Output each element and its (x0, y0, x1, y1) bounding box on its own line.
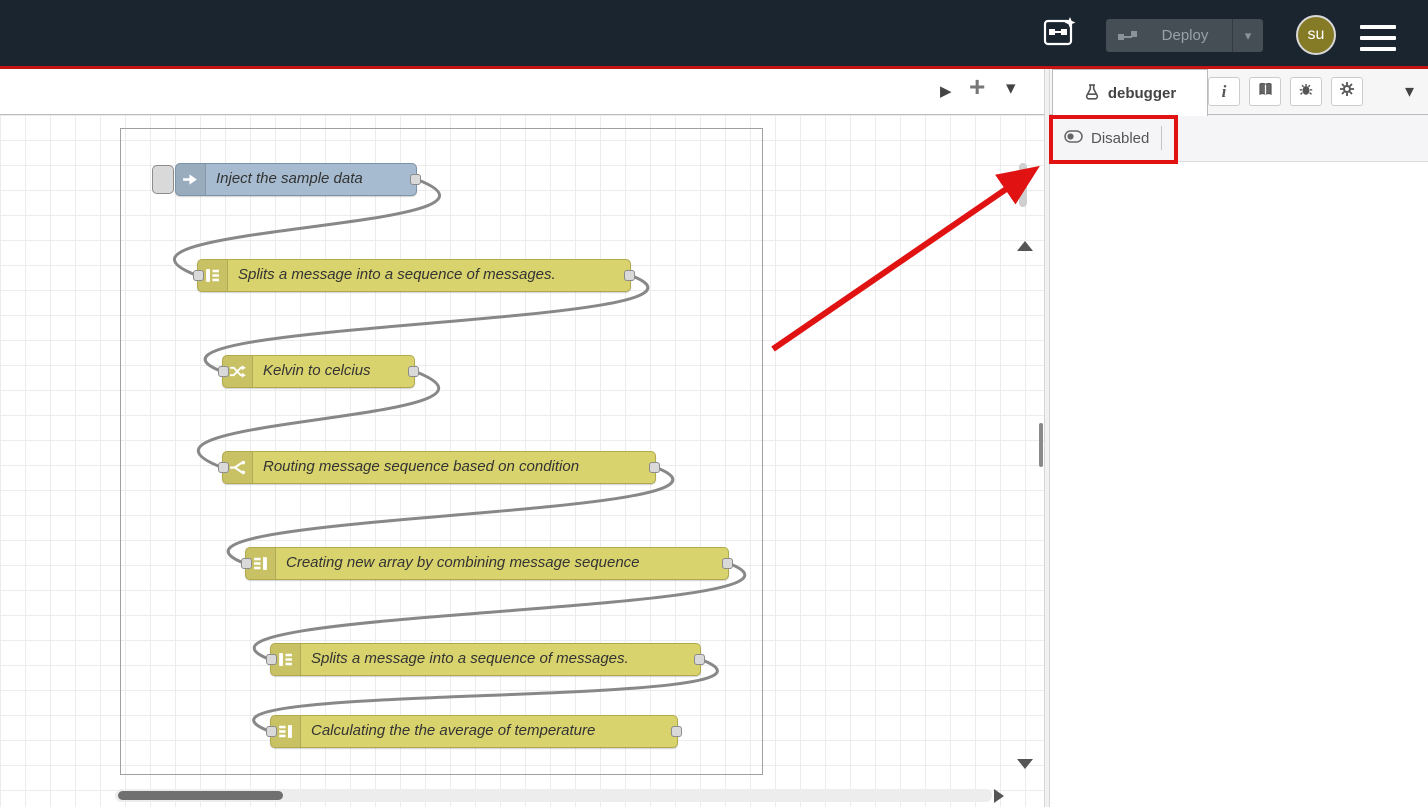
output-port[interactable] (722, 558, 733, 569)
flow-list-chevron-icon[interactable]: ▾ (1006, 77, 1016, 100)
tab-debugger-label: debugger (1108, 85, 1176, 102)
user-avatar[interactable]: su (1296, 15, 1336, 55)
output-port[interactable] (649, 462, 660, 473)
menu-bar (1360, 47, 1396, 51)
deploy-label: Deploy (1138, 27, 1232, 44)
input-port[interactable] (241, 558, 252, 569)
flow-node-split[interactable]: Splits a message into a sequence of mess… (197, 259, 631, 292)
bug-icon (1298, 81, 1314, 102)
debugger-disabled-toggle[interactable]: Disabled (1064, 130, 1149, 147)
node-label: Kelvin to celcius (263, 362, 371, 379)
tab-debugger[interactable]: debugger (1052, 69, 1208, 116)
node-label: Inject the sample data (216, 170, 363, 187)
scroll-right-icon[interactable] (994, 789, 1004, 803)
app-header: Deploy ▾ su (0, 0, 1428, 66)
flow-canvas[interactable]: Inject the sample data Splits a message i… (0, 115, 1044, 807)
settings-button[interactable] (1331, 77, 1363, 106)
vertical-scrollbar-thumb[interactable] (1019, 163, 1027, 207)
toggle-icon (1064, 130, 1083, 147)
node-label: Splits a message into a sequence of mess… (311, 650, 629, 667)
sidebar: debugger i (1050, 69, 1428, 807)
info-icon: i (1222, 82, 1227, 102)
sidebar-options-chevron-icon[interactable]: ▾ (1405, 81, 1414, 102)
flow-tabstrip: ▶ + ▾ (0, 69, 1044, 115)
inject-icon (176, 164, 206, 195)
output-port[interactable] (408, 366, 419, 377)
output-port[interactable] (410, 174, 421, 185)
input-port[interactable] (266, 654, 277, 665)
info-button[interactable]: i (1208, 77, 1240, 106)
deploy-caret-icon[interactable]: ▾ (1233, 28, 1263, 44)
node-label: Calculating the the average of temperatu… (311, 722, 595, 739)
input-port[interactable] (218, 366, 229, 377)
flow-node-join[interactable]: Creating new array by combining message … (245, 547, 729, 580)
book-icon (1257, 81, 1274, 102)
sidebar-header: debugger i (1050, 69, 1428, 115)
flow-node-join[interactable]: Calculating the the average of temperatu… (270, 715, 678, 748)
node-label: Creating new array by combining message … (286, 554, 640, 571)
node-label: Routing message sequence based on condit… (263, 458, 579, 475)
main-menu-button[interactable] (1360, 25, 1396, 51)
beaker-icon (1084, 83, 1100, 104)
deploy-nodes-icon (1118, 30, 1138, 42)
menu-bar (1360, 25, 1396, 29)
output-port[interactable] (624, 270, 635, 281)
deploy-button[interactable]: Deploy ▾ (1106, 19, 1263, 52)
toolbar-divider (1161, 126, 1162, 150)
flow-node-switch[interactable]: Routing message sequence based on condit… (222, 451, 656, 484)
debug-button[interactable] (1290, 77, 1322, 106)
menu-bar (1360, 36, 1396, 40)
disabled-label: Disabled (1091, 130, 1149, 147)
horizontal-scrollbar-thumb[interactable] (118, 791, 283, 800)
input-port[interactable] (266, 726, 277, 737)
node-label: Splits a message into a sequence of mess… (238, 266, 556, 283)
flow-node-change[interactable]: Kelvin to celcius (222, 355, 415, 388)
gear-icon (1339, 81, 1355, 102)
output-port[interactable] (694, 654, 705, 665)
add-flow-button[interactable]: + (969, 71, 985, 103)
header-accent-line (0, 66, 1428, 69)
flow-node-split[interactable]: Splits a message into a sequence of mess… (270, 643, 701, 676)
input-port[interactable] (218, 462, 229, 473)
output-port[interactable] (671, 726, 682, 737)
inject-trigger-button[interactable] (152, 165, 174, 194)
flow-node-inject[interactable]: Inject the sample data (175, 163, 417, 196)
ai-flow-sparkle-icon (1043, 16, 1077, 53)
canvas-vertical-scrollbar[interactable] (1039, 423, 1043, 467)
help-button[interactable] (1249, 77, 1281, 106)
scroll-up-icon[interactable] (1017, 241, 1033, 251)
debugger-toolbar: Disabled (1050, 115, 1428, 162)
scroll-down-icon[interactable] (1017, 759, 1033, 769)
sidebar-body: Disabled (1050, 115, 1428, 162)
ai-assistant-button[interactable] (1042, 16, 1078, 52)
input-port[interactable] (193, 270, 204, 281)
scroll-tabs-right-icon[interactable]: ▶ (940, 82, 952, 100)
horizontal-scrollbar-track[interactable] (115, 789, 992, 802)
